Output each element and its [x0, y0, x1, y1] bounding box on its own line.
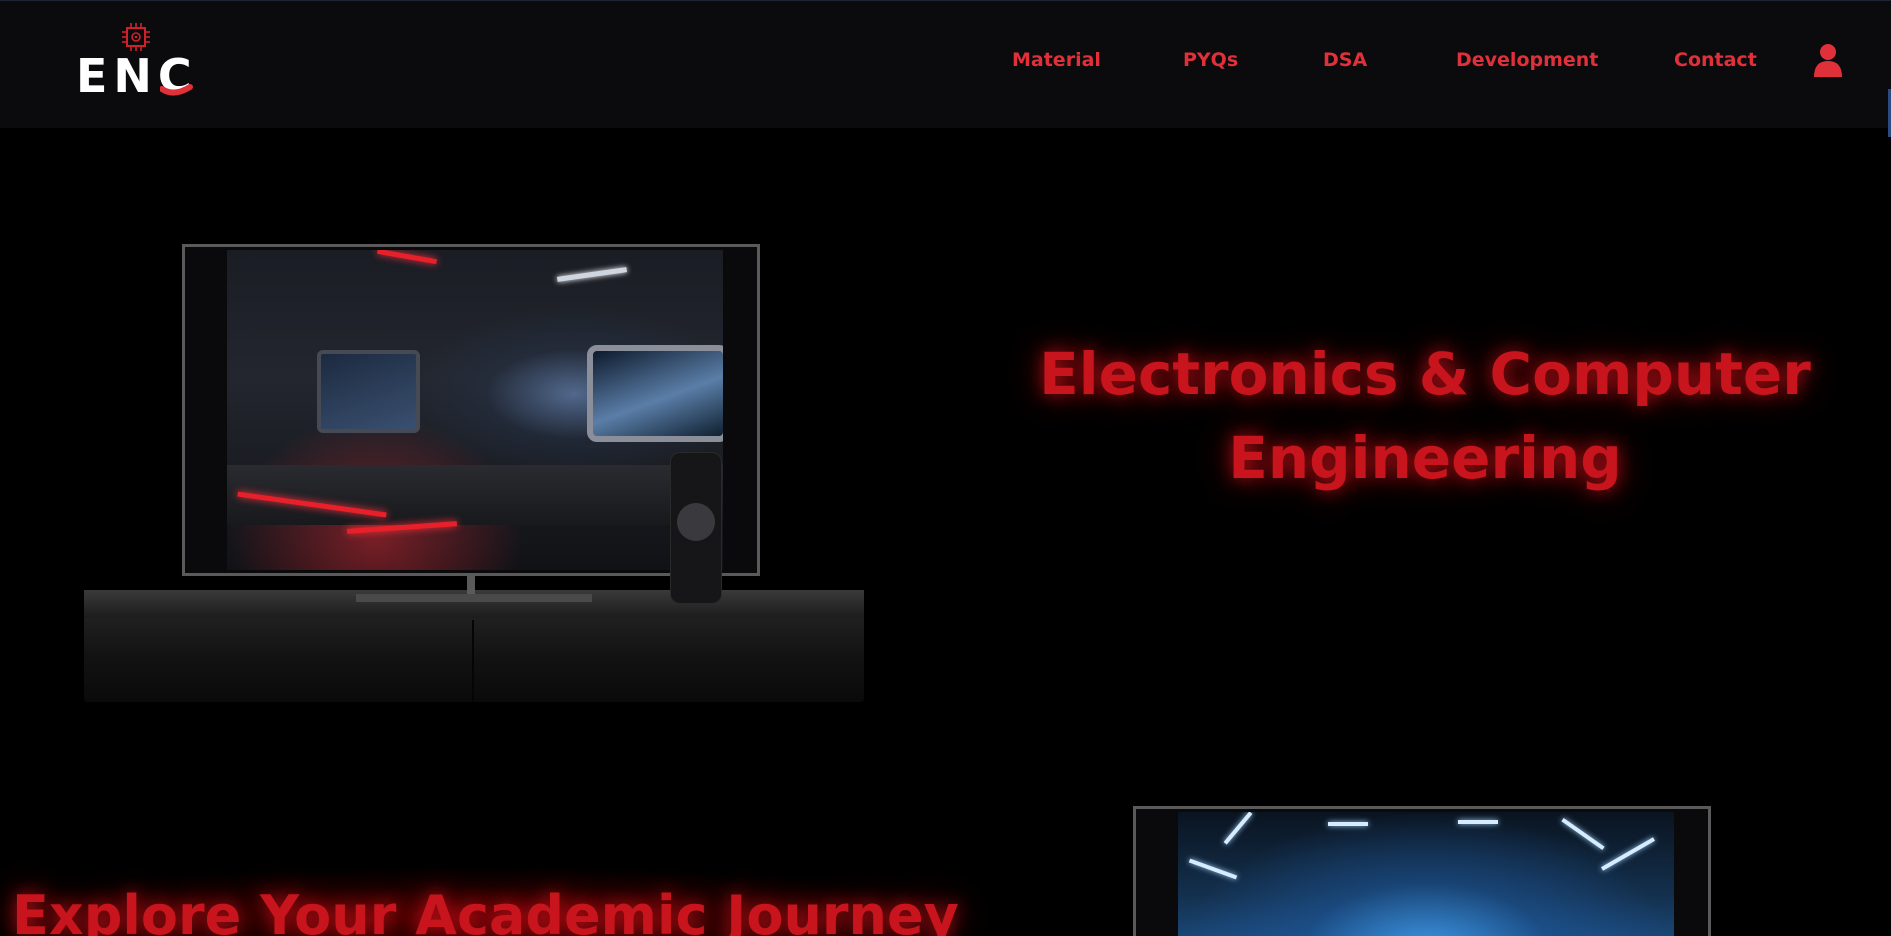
nav-menu: Material PYQs DSA Development Contact	[0, 49, 1891, 79]
tv-stand-neck	[467, 576, 475, 594]
console-split	[472, 620, 474, 702]
tv-screen	[227, 250, 723, 570]
screen-light	[1601, 837, 1655, 871]
nav-item-contact[interactable]: Contact	[1674, 49, 1757, 71]
screen-light	[1328, 822, 1368, 826]
screen-light	[1458, 820, 1498, 824]
tv-frame-secondary	[1133, 806, 1711, 936]
tv-screen-secondary	[1178, 812, 1674, 936]
screen-light	[556, 267, 628, 282]
nav-item-material[interactable]: Material	[1012, 49, 1101, 71]
remote-control	[670, 452, 722, 604]
nav-item-dsa[interactable]: DSA	[1323, 49, 1367, 71]
tv-console	[84, 590, 864, 702]
screen-window	[587, 345, 723, 442]
screen-monitor	[317, 350, 420, 433]
user-icon[interactable]	[1813, 43, 1843, 77]
nav-item-pyqs[interactable]: PYQs	[1183, 49, 1238, 71]
hero-title-line1: Electronics & Computer	[1039, 340, 1811, 408]
navbar: ENC Material PYQs DSA Development Contac…	[0, 0, 1891, 137]
tv-stand-base	[356, 594, 592, 602]
screen-light	[1223, 812, 1253, 845]
hero-title: Electronics & Computer Engineering	[1000, 332, 1850, 500]
screen-light	[377, 250, 437, 265]
hero-tv-image	[84, 240, 868, 710]
remote-dpad	[677, 503, 715, 541]
screen-light	[1188, 858, 1238, 880]
screen-desk	[227, 465, 723, 525]
page: ENC Material PYQs DSA Development Contac…	[0, 0, 1891, 936]
nav-item-development[interactable]: Development	[1456, 49, 1598, 71]
hero-title-line2: Engineering	[1228, 424, 1622, 492]
section-title: Explore Your Academic Journey	[12, 884, 959, 936]
screen-light	[1561, 818, 1605, 850]
